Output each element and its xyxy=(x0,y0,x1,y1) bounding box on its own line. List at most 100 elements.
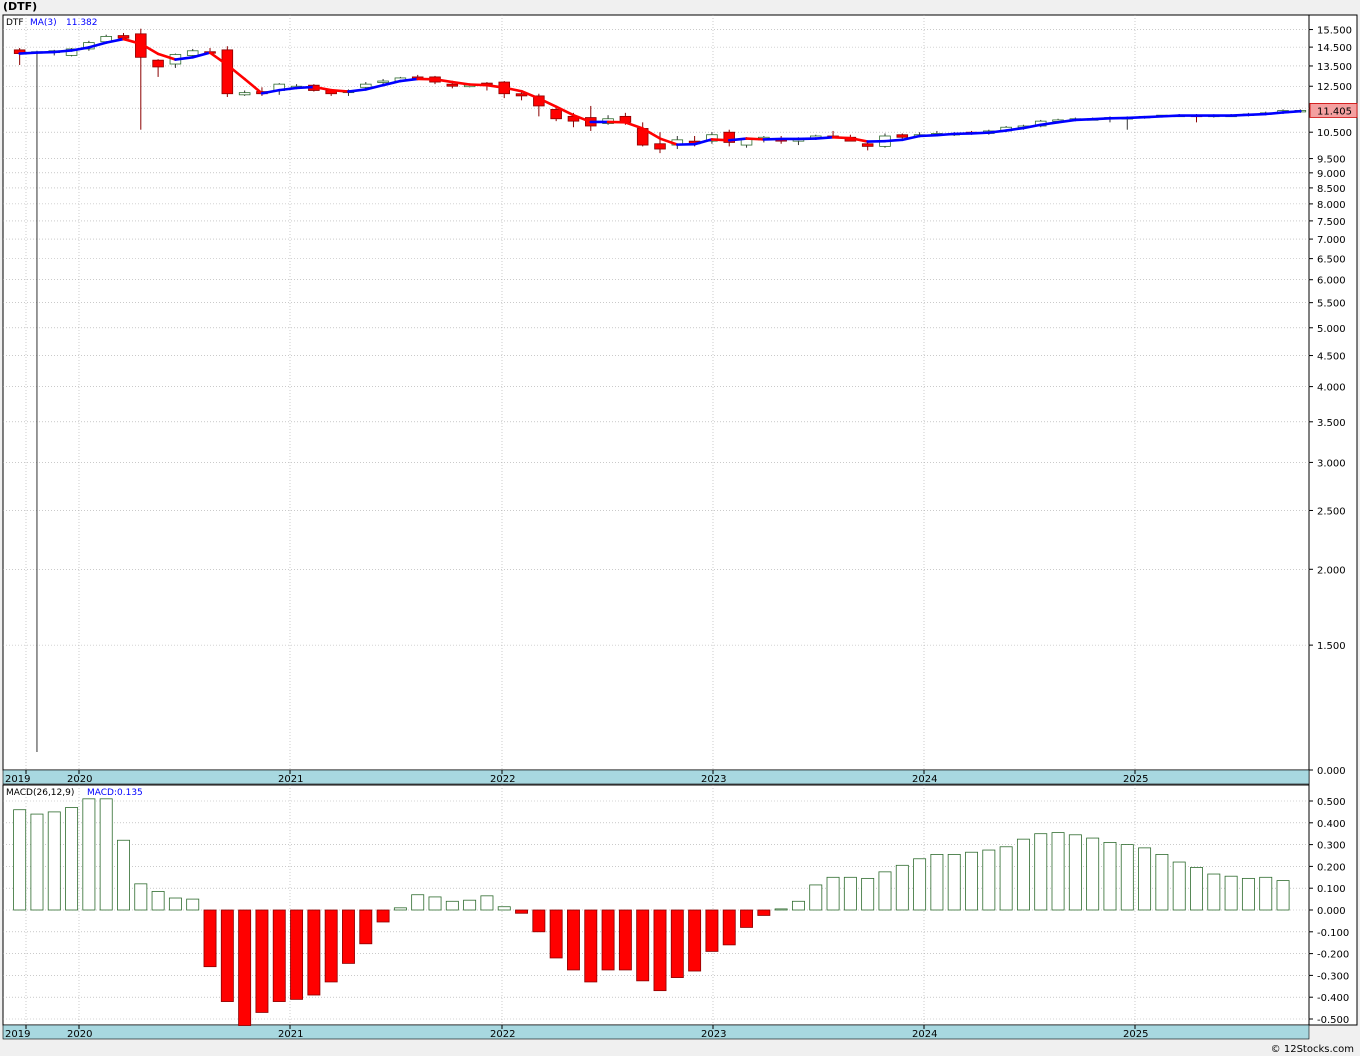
macd-bar xyxy=(1241,877,1255,911)
macd-tick-label: -0.300 xyxy=(1317,971,1349,982)
price-tick-label: 6.500 xyxy=(1317,255,1346,266)
ma-segment xyxy=(745,137,766,141)
macd-tick-label: -0.400 xyxy=(1317,993,1349,1004)
macd-bar xyxy=(168,897,182,911)
price-legend-ma-value: 11.382 xyxy=(66,18,98,28)
macd-bar xyxy=(324,909,338,983)
macd-bar xyxy=(965,851,978,911)
last-price-label: 11.405 xyxy=(1317,106,1352,117)
macd-bar xyxy=(826,876,840,911)
ma-segment xyxy=(814,135,835,140)
macd-tick-label: 0.300 xyxy=(1317,841,1346,852)
macd-bar xyxy=(13,809,27,911)
macd-bar xyxy=(913,858,927,911)
macd-bar xyxy=(688,909,702,972)
candle-body xyxy=(446,83,459,87)
candle-body xyxy=(550,108,562,120)
macd-bar xyxy=(1086,837,1100,911)
macd-bar xyxy=(307,909,321,996)
ma-segment xyxy=(1074,117,1094,122)
macd-bar xyxy=(238,909,252,1026)
x-tick-label: 2019 xyxy=(5,1029,30,1040)
macd-bar xyxy=(1259,876,1273,911)
macd-bar xyxy=(653,909,667,992)
macd-bar xyxy=(393,907,407,911)
price-tick-label: 10.500 xyxy=(1317,128,1352,139)
ma-segment xyxy=(1281,109,1302,114)
macd-bar xyxy=(1172,861,1186,911)
macd-tick-label: -0.100 xyxy=(1317,928,1349,939)
price-tick-label: 8.500 xyxy=(1317,184,1346,195)
macd-bar xyxy=(999,846,1013,911)
macd-bar xyxy=(203,909,217,968)
ma-segment xyxy=(468,83,489,87)
ma-segment xyxy=(1091,117,1112,121)
price-tick-label: 0.000 xyxy=(1317,766,1346,777)
macd-tick-label: 0.000 xyxy=(1317,906,1346,917)
price-tick-label: 9.000 xyxy=(1317,169,1346,180)
macd-bar xyxy=(255,909,269,1013)
ma-segment xyxy=(1125,115,1146,120)
macd-bar xyxy=(584,909,598,983)
ma-segment xyxy=(727,137,748,142)
x-tick-label: 2021 xyxy=(278,1029,303,1040)
x-tick-label: 2019 xyxy=(5,774,30,785)
macd-bar xyxy=(705,909,719,952)
candle-body xyxy=(861,143,874,147)
macd-bar xyxy=(220,909,234,1002)
macd-tick-label: 0.500 xyxy=(1317,797,1346,808)
x-tick-label: 2024 xyxy=(912,774,937,785)
macd-bar xyxy=(30,813,44,911)
macd-bar xyxy=(65,807,79,911)
ma-segment xyxy=(1264,111,1285,116)
ma-segment xyxy=(18,51,39,55)
x-tick-label: 2022 xyxy=(490,1029,515,1040)
macd-bar xyxy=(117,839,130,911)
price-x-axis xyxy=(2,769,1310,785)
price-tick-label: 4.000 xyxy=(1317,383,1346,394)
price-tick-label: 4.500 xyxy=(1317,352,1346,363)
x-tick-label: 2025 xyxy=(1123,1029,1148,1040)
macd-bar xyxy=(515,909,529,914)
y-axis-area xyxy=(1308,14,1358,1026)
ma-segment xyxy=(1143,115,1164,119)
macd-bar xyxy=(670,909,684,978)
price-legend-ma: MA(3) xyxy=(30,18,57,28)
macd-bar xyxy=(861,877,875,911)
macd-bar xyxy=(1138,847,1152,911)
macd-legend-label: MACD(26,12,9) xyxy=(6,788,74,798)
macd-bar xyxy=(1155,854,1169,911)
ma-segment xyxy=(710,138,731,142)
ma-segment xyxy=(831,135,852,140)
macd-bar xyxy=(134,883,148,911)
ma-segment xyxy=(329,88,350,93)
x-tick-label: 2022 xyxy=(490,774,515,785)
candle-body xyxy=(238,92,251,96)
macd-bar xyxy=(428,896,442,911)
macd-bar xyxy=(982,849,996,911)
x-tick-label: 2023 xyxy=(701,774,726,785)
macd-tick-label: -0.200 xyxy=(1317,950,1349,961)
ma-segment xyxy=(935,132,956,137)
price-tick-label: 5.000 xyxy=(1317,324,1346,335)
macd-bar xyxy=(532,909,546,933)
ma-segment xyxy=(1160,114,1181,118)
macd-bar xyxy=(930,854,944,911)
price-tick-label: 6.000 xyxy=(1317,276,1346,287)
price-tick-label: 9.500 xyxy=(1317,155,1346,166)
candle-body xyxy=(654,143,666,150)
ma-segment xyxy=(1247,112,1268,117)
macd-bar xyxy=(342,909,355,964)
price-tick-label: 14.500 xyxy=(1317,43,1352,54)
x-tick-label: 2024 xyxy=(912,1029,937,1040)
macd-bar xyxy=(463,899,477,911)
macd-bar xyxy=(290,909,304,1000)
macd-bar xyxy=(1190,867,1203,911)
macd-legend-value: MACD:0.135 xyxy=(87,788,143,798)
macd-bar xyxy=(1276,880,1290,911)
macd-tick-label: 0.200 xyxy=(1317,862,1346,873)
ma-segment xyxy=(295,85,316,90)
macd-bar xyxy=(82,798,96,911)
macd-bar xyxy=(359,909,373,945)
price-panel xyxy=(2,14,1310,771)
